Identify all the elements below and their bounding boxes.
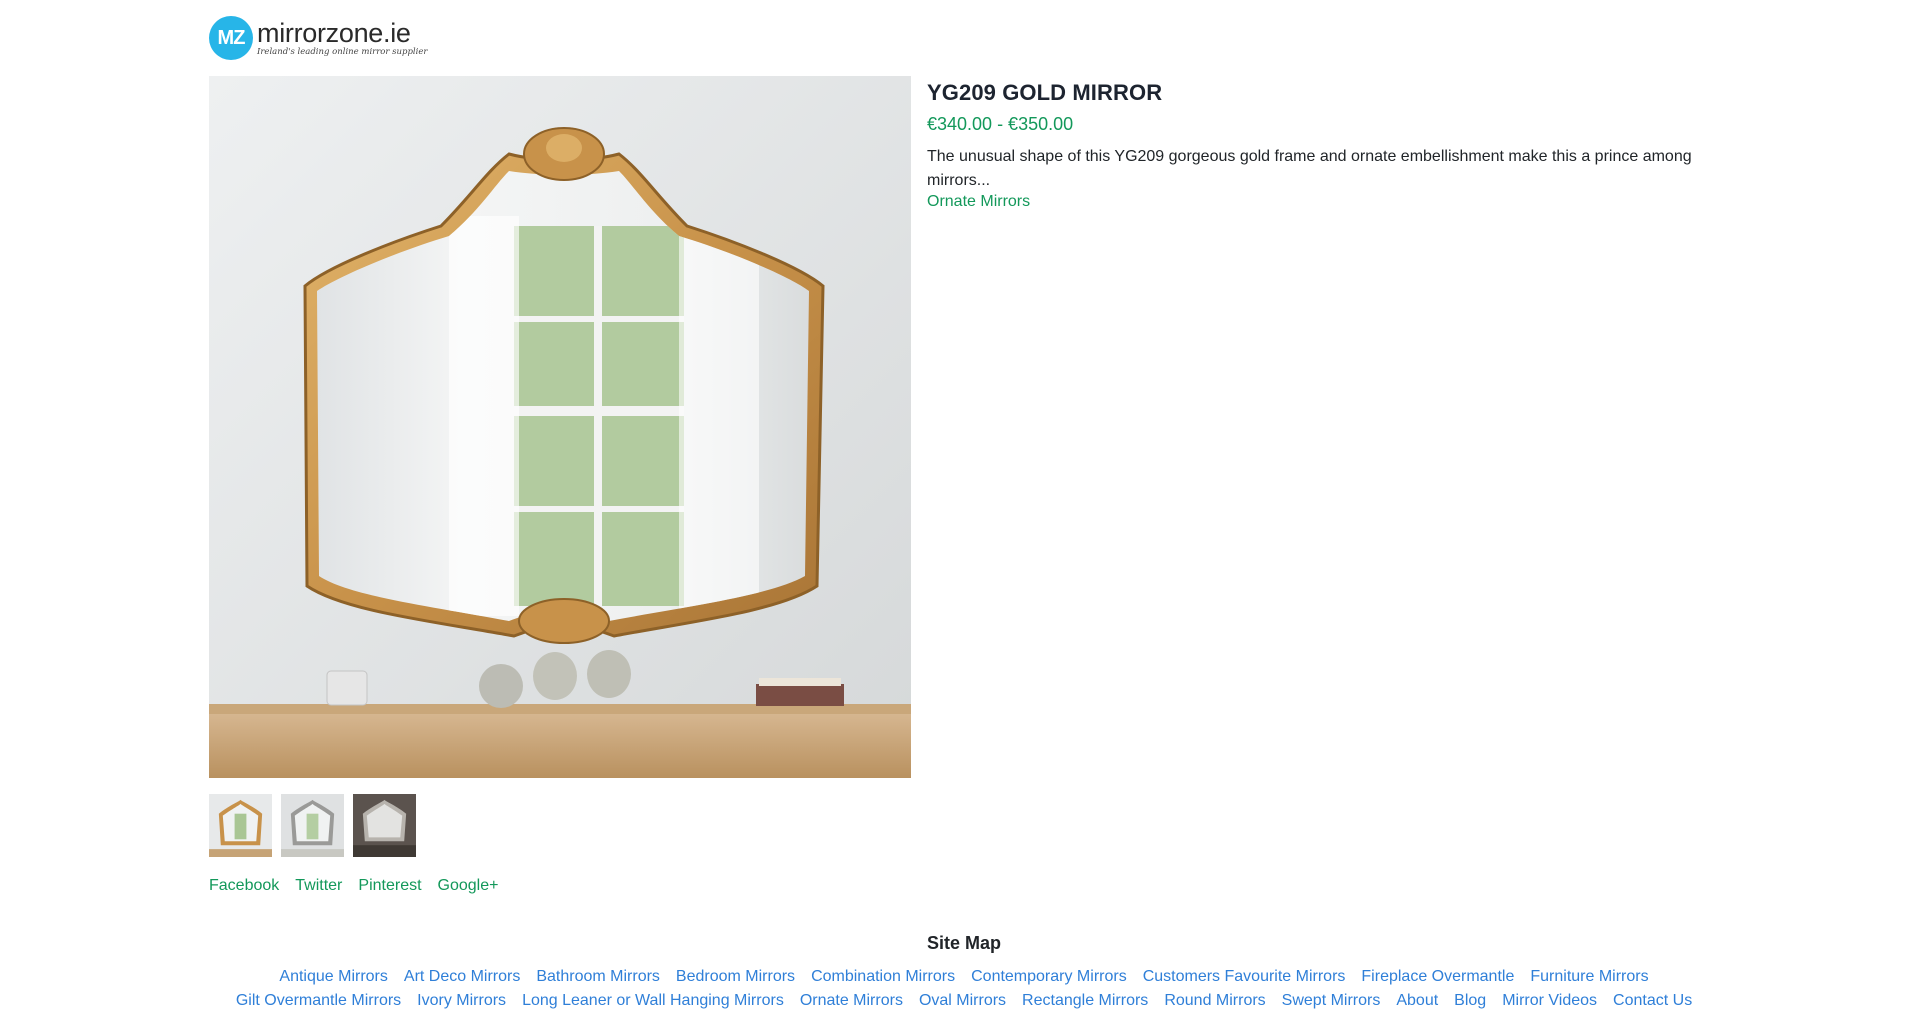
logo-text: mirrorzone.ie Ireland's leading online m…	[257, 17, 428, 57]
thumbnail-2[interactable]	[281, 794, 344, 857]
product-gallery: Facebook Twitter Pinterest Google+	[209, 76, 911, 895]
sitemap-links: Antique Mirrors Art Deco Mirrors Bathroom …	[209, 966, 1719, 1012]
sitemap-link[interactable]: Bathroom Mirrors	[536, 966, 660, 988]
sitemap-link[interactable]: Bedroom Mirrors	[676, 966, 795, 988]
sitemap-link[interactable]: Swept Mirrors	[1282, 990, 1381, 1012]
sitemap-link[interactable]: Contemporary Mirrors	[971, 966, 1127, 988]
page: MZ mirrorzone.ie Ireland's leading onlin…	[209, 0, 1719, 1012]
sitemap-link[interactable]: Customers Favourite Mirrors	[1143, 966, 1346, 988]
logo-name: mirrorzone.ie	[257, 17, 411, 48]
sitemap-link[interactable]: Gilt Overmantle Mirrors	[236, 990, 401, 1012]
sitemap-link[interactable]: Rectangle Mirrors	[1022, 990, 1148, 1012]
thumbnail-3[interactable]	[353, 794, 416, 857]
share-twitter-link[interactable]: Twitter	[295, 877, 342, 895]
product-info: YG209 GOLD MIRROR €340.00 - €350.00 The …	[927, 76, 1717, 211]
product-title: YG209 GOLD MIRROR	[927, 80, 1163, 105]
logo-badge: MZ	[209, 16, 253, 60]
share-googleplus-link[interactable]: Google+	[438, 877, 499, 895]
thumbnail-strip	[209, 794, 911, 857]
sitemap-link[interactable]: Ornate Mirrors	[800, 990, 903, 1012]
sitemap-link[interactable]: Fireplace Overmantle	[1361, 966, 1514, 988]
sitemap-title: Site Map	[926, 933, 1001, 953]
site-logo[interactable]: MZ mirrorzone.ie Ireland's leading onlin…	[209, 16, 427, 60]
product-section: Facebook Twitter Pinterest Google+ YG209…	[209, 76, 1719, 895]
share-pinterest-link[interactable]: Pinterest	[358, 877, 421, 895]
site-map: Site Map Antique Mirrors Art Deco Mirrors…	[209, 933, 1719, 1012]
sitemap-link[interactable]: Contact Us	[1613, 990, 1692, 1012]
sitemap-link[interactable]: Art Deco Mirrors	[404, 966, 520, 988]
sitemap-link[interactable]: Oval Mirrors	[919, 990, 1006, 1012]
sitemap-link[interactable]: Ivory Mirrors	[417, 990, 506, 1012]
product-price: €340.00 - €350.00	[927, 114, 1074, 134]
category-link[interactable]: Ornate Mirrors	[927, 193, 1030, 211]
sitemap-link[interactable]: Long Leaner or Wall Hanging Mirrors	[522, 990, 784, 1012]
sitemap-link[interactable]: Round Mirrors	[1164, 990, 1265, 1012]
thumbnail-1[interactable]	[209, 794, 272, 857]
sitemap-link[interactable]: Combination Mirrors	[811, 966, 955, 988]
logo-tagline: Ireland's leading online mirror supplier	[257, 46, 428, 57]
sitemap-link[interactable]: Blog	[1454, 990, 1486, 1012]
share-facebook-link[interactable]: Facebook	[209, 877, 279, 895]
product-description: The unusual shape of this YG209 gorgeous…	[927, 148, 1692, 189]
main-product-image[interactable]	[209, 76, 911, 778]
social-share-links: Facebook Twitter Pinterest Google+	[209, 877, 911, 895]
sitemap-link[interactable]: Mirror Videos	[1502, 990, 1597, 1012]
sitemap-link[interactable]: About	[1396, 990, 1438, 1012]
sitemap-link[interactable]: Furniture Mirrors	[1530, 966, 1648, 988]
sitemap-link[interactable]: Antique Mirrors	[279, 966, 387, 988]
site-header: MZ mirrorzone.ie Ireland's leading onlin…	[209, 0, 1719, 76]
